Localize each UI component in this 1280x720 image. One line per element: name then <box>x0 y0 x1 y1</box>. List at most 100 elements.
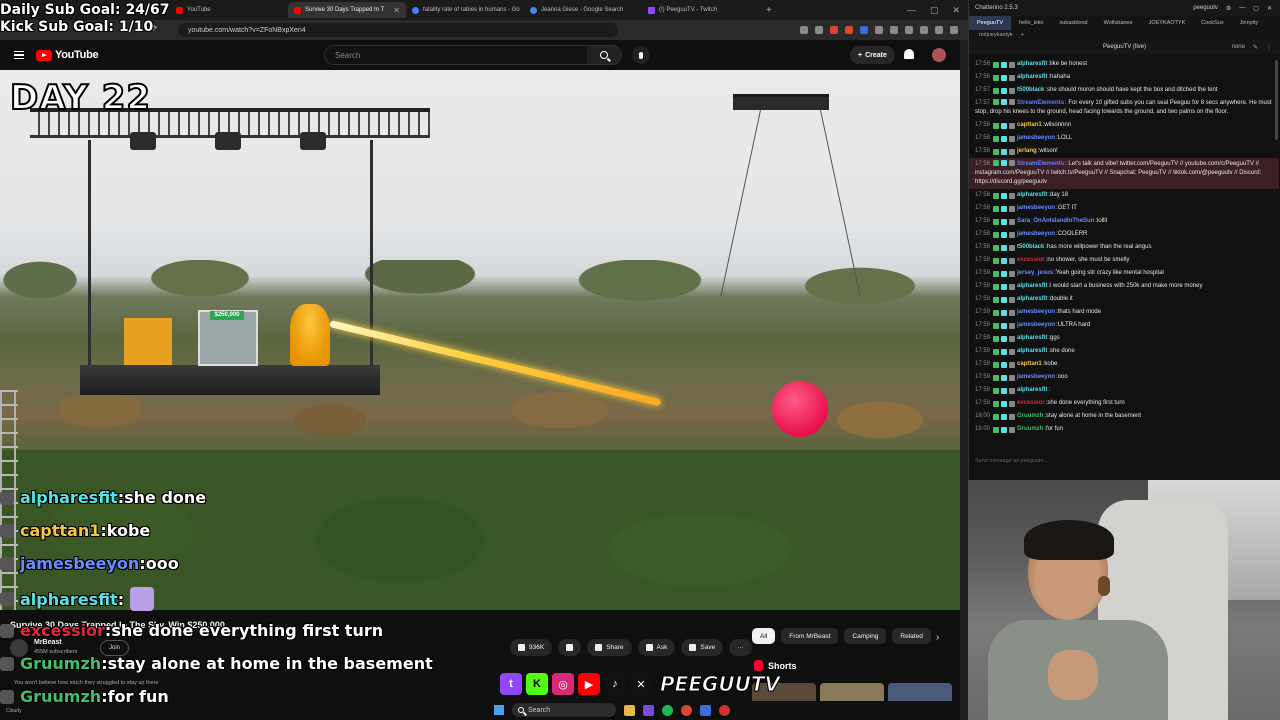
message-username[interactable]: excessior <box>1017 254 1045 267</box>
maximize-icon[interactable]: ▢ <box>930 5 939 16</box>
message-username[interactable]: capttan1 <box>1017 119 1042 132</box>
extension-icon[interactable] <box>890 26 898 34</box>
extension-icon[interactable] <box>815 26 823 34</box>
hamburger-menu-icon[interactable] <box>14 50 24 60</box>
message-username[interactable]: jamesbeeyon <box>1017 202 1055 215</box>
channel-name[interactable]: MrBeast <box>34 639 62 646</box>
close-window-icon[interactable]: ✕ <box>952 5 960 16</box>
extension-icon[interactable] <box>860 26 868 34</box>
account-avatar[interactable] <box>932 48 946 62</box>
extension-icon[interactable] <box>935 26 943 34</box>
message-username[interactable]: t500black <box>1017 84 1044 97</box>
message-username[interactable]: capttan1 <box>1017 358 1042 371</box>
windows-start-icon[interactable] <box>494 705 504 715</box>
message-username[interactable]: alpharesfit <box>1017 71 1047 84</box>
youtube-logo[interactable]: YouTube <box>36 49 99 61</box>
tab-jinnytty[interactable]: Jinnytty <box>1232 16 1267 30</box>
tab-notjoeykaotyk[interactable]: notjoeykaotyk <box>979 32 1013 38</box>
maximize-icon[interactable]: ▢ <box>1253 5 1259 12</box>
search-button[interactable] <box>587 46 621 64</box>
message-username[interactable]: Gruumzh <box>1017 410 1043 423</box>
message-username[interactable]: jamesbeeyon <box>1017 306 1055 319</box>
tab-twitch[interactable]: (!) PeeguuTV - Twitch <box>642 2 760 18</box>
spotify-icon[interactable] <box>662 704 673 716</box>
close-icon[interactable]: ✕ <box>393 6 400 15</box>
close-window-icon[interactable]: ✕ <box>1267 5 1272 12</box>
tab-jeanna-search[interactable]: Jeanna Giese - Google Search <box>524 2 642 18</box>
tab-subasblood[interactable]: subasblood <box>1051 16 1095 30</box>
obs-icon[interactable] <box>719 704 730 716</box>
extension-icon[interactable] <box>920 26 928 34</box>
message-username[interactable]: jerlang <box>1017 145 1037 158</box>
tab-hello-kiko[interactable]: hello_kiko <box>1011 16 1051 30</box>
ask-button[interactable]: Ask <box>637 639 676 656</box>
chrome-icon[interactable] <box>681 704 692 716</box>
message-username[interactable]: t500black <box>1017 241 1044 254</box>
message-username[interactable]: alpharesfit <box>1017 293 1047 306</box>
message-username[interactable]: alpharesfit <box>1017 345 1047 358</box>
create-button[interactable]: + Create <box>850 46 895 64</box>
short-thumbnail[interactable] <box>820 683 884 701</box>
tab-joeykaotyk[interactable]: JOEYKAOTYK <box>1141 16 1194 30</box>
extension-icon[interactable] <box>875 26 883 34</box>
badge-icon <box>1001 231 1008 238</box>
message-username[interactable]: jamesbeeyon <box>1017 228 1055 241</box>
dislike-button[interactable] <box>558 639 582 656</box>
app-icon[interactable] <box>700 704 711 716</box>
message-username[interactable]: excessior <box>1017 397 1045 410</box>
message-username[interactable]: StreamElements <box>1017 100 1064 106</box>
extension-icon[interactable] <box>830 26 838 34</box>
new-tab-icon[interactable]: + <box>760 5 778 16</box>
message-username[interactable]: alpharesfit <box>1017 58 1047 71</box>
message-username[interactable]: alpharesfit <box>1017 332 1047 345</box>
extension-icon[interactable] <box>905 26 913 34</box>
discord-icon[interactable] <box>643 704 654 716</box>
message-username[interactable]: StreamElements <box>1017 161 1064 167</box>
minimize-icon[interactable]: — <box>1239 5 1245 11</box>
message-username[interactable]: jamesbeeyon <box>1017 132 1055 145</box>
taskbar-search[interactable]: Search <box>512 703 616 717</box>
message-username[interactable]: jersey_jesus <box>1017 267 1053 280</box>
tab-wolfsbanee[interactable]: Wolfsbanee <box>1096 16 1141 30</box>
more-actions-button[interactable]: ··· <box>729 639 752 656</box>
description-snippet[interactable]: You won't believe how much they struggle… <box>14 680 159 686</box>
tab-video[interactable]: Survive 30 Days Trapped In T ✕ <box>288 2 406 18</box>
save-button[interactable]: Save <box>681 639 724 656</box>
chip-camping[interactable]: Camping <box>844 628 887 644</box>
more-icon[interactable]: ⋮ <box>1266 44 1272 51</box>
chip-from-mrbeast[interactable]: From MrBeast <box>781 628 839 644</box>
message-username[interactable]: alpharesfit <box>1017 189 1047 202</box>
extension-icon[interactable] <box>800 26 808 34</box>
edit-icon[interactable]: ✎ <box>1253 44 1258 51</box>
chat-scrollbar[interactable] <box>1275 60 1278 140</box>
chip-all[interactable]: All <box>752 628 776 644</box>
share-button[interactable]: Share <box>587 639 632 656</box>
tab-peeguutv[interactable]: PeeguuTV <box>969 16 1011 30</box>
message-username[interactable]: Sara_OnAnIslandInTheSun <box>1017 215 1094 228</box>
search-input[interactable]: Search <box>324 45 622 65</box>
message-username[interactable]: jamesbeeyon <box>1017 371 1055 384</box>
extension-icon[interactable] <box>845 26 853 34</box>
url-field[interactable]: youtube.com/watch?v=ZFoNBxpXen4 <box>178 23 618 37</box>
chevron-right-icon[interactable]: › <box>936 632 939 643</box>
minimize-icon[interactable]: — <box>907 5 916 16</box>
message-username[interactable]: alpharesfit <box>1017 280 1047 293</box>
message-username[interactable]: alpharesfit <box>1017 384 1047 397</box>
tab-cooksux[interactable]: CookSux <box>1193 16 1231 30</box>
tab-rabies-search[interactable]: fatality rate of rabies in humans - Go <box>406 2 524 18</box>
like-button[interactable]: 936K <box>510 639 553 656</box>
message-username[interactable]: jamesbeeyon <box>1017 319 1055 332</box>
settings-icon[interactable]: ⚙ <box>1226 5 1231 12</box>
notifications-bell-icon[interactable] <box>904 49 914 59</box>
chip-related[interactable]: Related <box>892 628 931 644</box>
add-tab-icon[interactable]: + <box>1021 32 1024 38</box>
menu-icon[interactable] <box>950 26 958 34</box>
short-thumbnail[interactable] <box>888 683 952 701</box>
message-username[interactable]: Gruumzh <box>1017 423 1043 436</box>
file-explorer-icon[interactable] <box>624 704 635 716</box>
microphone-icon[interactable] <box>632 46 650 64</box>
overlay-chat-username: alpharesfit <box>20 488 118 507</box>
chat-input[interactable]: Send message as peeguutv... <box>973 458 1275 470</box>
tab-youtube[interactable]: YouTube <box>170 2 288 18</box>
chatterino-user[interactable]: peeguutv <box>1193 5 1218 11</box>
